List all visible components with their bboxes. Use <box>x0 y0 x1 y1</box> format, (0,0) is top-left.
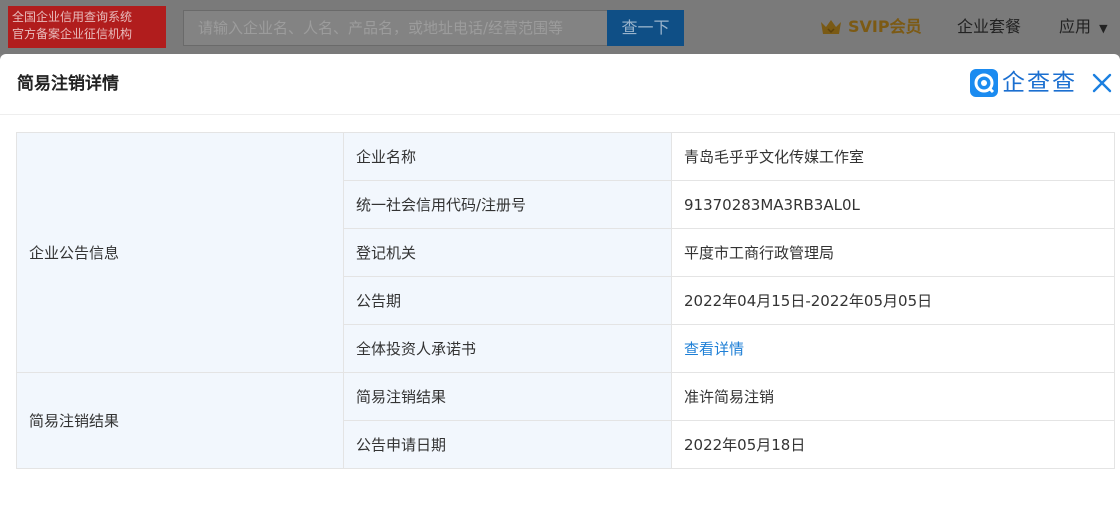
logo-text: 企查查 <box>1002 70 1077 96</box>
field-value: 平度市工商行政管理局 <box>671 228 1115 277</box>
apps-label: 应用 <box>1059 17 1092 36</box>
search-button[interactable]: 查一下 <box>607 10 684 46</box>
cancellation-info-table: 企业公告信息 企业名称 青岛毛乎乎文化传媒工作室 统一社会信用代码/注册号 91… <box>16 132 1115 469</box>
close-icon[interactable] <box>1090 71 1114 95</box>
svip-label: SVIP会员 <box>848 17 922 36</box>
field-label: 全体投资人承诺书 <box>343 324 672 373</box>
field-label: 公告申请日期 <box>343 420 672 469</box>
dialog-header: 简易注销详情 企查查 <box>0 54 1120 115</box>
crown-icon <box>820 18 842 43</box>
field-value: 91370283MA3RB3AL0L <box>671 180 1115 229</box>
field-value: 青岛毛乎乎文化传媒工作室 <box>671 132 1115 181</box>
table-row: 简易注销结果 简易注销结果 准许简易注销 <box>16 372 1115 469</box>
field-label: 简易注销结果 <box>343 372 672 421</box>
svip-link[interactable]: SVIP会员 <box>820 15 922 39</box>
group-label-result: 简易注销结果 <box>16 372 344 469</box>
enterprise-package-link[interactable]: 企业套餐 <box>957 15 1021 39</box>
group-label-announcement: 企业公告信息 <box>16 132 344 373</box>
top-navigation-bar: 全国企业信用查询系统 官方备案企业征信机构 请输入企业名、人名、产品名，或地址电… <box>0 0 1120 54</box>
field-label: 登记机关 <box>343 228 672 277</box>
dialog-title: 简易注销详情 <box>17 74 119 94</box>
field-label: 统一社会信用代码/注册号 <box>343 180 672 229</box>
field-value: 2022年05月18日 <box>671 420 1115 469</box>
apps-menu[interactable]: 应用 ▼ <box>1059 15 1108 39</box>
field-value: 准许简易注销 <box>671 372 1115 421</box>
cancellation-detail-dialog: 简易注销详情 企查查 企业公告信息 企业名称 青岛毛乎乎文化传媒工作室 统一社会… <box>0 54 1120 516</box>
table-row: 企业公告信息 企业名称 青岛毛乎乎文化传媒工作室 <box>16 132 1115 373</box>
qichacha-logo: 企查查 <box>970 68 1077 98</box>
view-details-link[interactable]: 查看详情 <box>684 340 744 358</box>
search-input[interactable]: 请输入企业名、人名、产品名，或地址电话/经营范围等 <box>183 10 608 46</box>
brand-line-2: 官方备案企业征信机构 <box>12 27 133 41</box>
field-label: 公告期 <box>343 276 672 325</box>
brand-line-1: 全国企业信用查询系统 <box>12 10 133 24</box>
field-value: 查看详情 <box>671 324 1115 373</box>
brand-badge[interactable]: 全国企业信用查询系统 官方备案企业征信机构 <box>8 6 166 48</box>
logo-mark-icon <box>970 69 998 97</box>
field-label: 企业名称 <box>343 132 672 181</box>
field-value: 2022年04月15日-2022年05月05日 <box>671 276 1115 325</box>
caret-down-icon: ▼ <box>1099 22 1108 35</box>
